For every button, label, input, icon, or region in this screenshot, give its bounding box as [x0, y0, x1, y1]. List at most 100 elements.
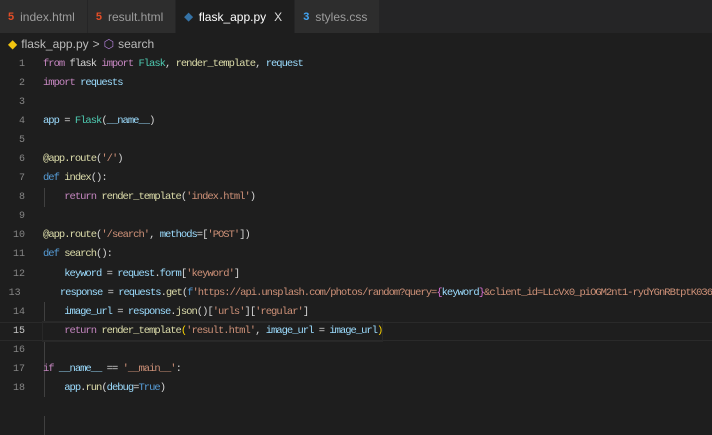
tab-label: styles.css: [315, 9, 368, 24]
code-token: 'https://api.unsplash.com/photos/random?…: [192, 286, 437, 299]
code-text: @app.route('/'): [43, 150, 124, 169]
code-token: ][: [244, 305, 257, 318]
code-text: app.run(debug=True): [43, 379, 166, 398]
breadcrumb-separator: >: [92, 37, 100, 51]
code-token: &client_id=LLcVx0_piOGM2nt1-rydYGnRBtptK…: [484, 286, 712, 299]
tab-label: result.html: [107, 9, 164, 24]
breadcrumb-symbol[interactable]: search: [118, 37, 154, 51]
code-token: form: [159, 267, 182, 280]
tab-flask-app-py[interactable]: ◆ flask_app.py X: [176, 0, 296, 33]
tab-result-html[interactable]: 5 result.html: [87, 0, 177, 33]
code-token: 'index.html': [186, 191, 251, 204]
code-token: __name__: [58, 362, 102, 375]
line-number: 12: [12, 268, 25, 280]
code-token: get: [165, 286, 183, 299]
code-token: image_url: [265, 324, 315, 337]
line-number: 5: [18, 135, 25, 147]
code-token: debug: [106, 381, 134, 394]
indent-guide: [44, 416, 45, 435]
line-number: 18: [12, 382, 25, 394]
code-line: 6 @app.route('/'): [0, 150, 712, 169]
tab-styles-css[interactable]: 3 styles.css: [295, 0, 381, 33]
code-text: app = Flask(__name__): [43, 112, 155, 131]
code-line: 7 def index():: [0, 169, 712, 188]
code-token: '__main__': [122, 362, 177, 375]
code-line: 1 from flask import Flask, render_templat…: [0, 55, 712, 74]
code-text: return render_template('result.html', im…: [41, 320, 383, 342]
tab-label: index.html: [20, 9, 75, 24]
code-line: 14 image_url = response.json()['urls']['…: [0, 303, 712, 322]
code-line: 10 @app.route('/search', methods=['POST']…: [0, 226, 712, 245]
code-line: 16: [0, 341, 712, 360]
code-token: request: [117, 267, 155, 280]
line-number: 8: [18, 192, 25, 204]
code-token: :: [175, 362, 182, 375]
code-token: ): [149, 115, 155, 128]
code-token: ): [117, 153, 123, 166]
code-token: ():: [96, 248, 113, 261]
code-token: ]: [302, 305, 309, 318]
code-line: 13 response = requests.get(f'https://api…: [0, 284, 712, 303]
code-token: 'urls': [212, 305, 246, 318]
code-token: run: [85, 381, 102, 394]
code-token: ): [377, 324, 383, 337]
code-token: ()[: [196, 305, 214, 318]
line-number: 2: [18, 78, 25, 90]
code-text: def search():: [43, 245, 113, 264]
line-number: 4: [18, 116, 25, 128]
code-line: 17 if __name__ == '__main__':: [0, 360, 712, 379]
code-token: methods: [159, 229, 198, 242]
tab-bar: 5 index.html 5 result.html ◆ flask_app.py X 3 st…: [0, 0, 712, 33]
code-token: ==: [101, 362, 123, 375]
code-editor[interactable]: 1 from flask import Flask, render_templat…: [0, 55, 712, 435]
code-token: flask: [64, 58, 102, 70]
code-token: import: [43, 77, 76, 90]
code-token: image_url: [329, 324, 378, 337]
breadcrumb-file[interactable]: flask_app.py: [21, 37, 88, 51]
code-line: 4 app = Flask(__name__): [0, 112, 712, 131]
line-number: 10: [12, 230, 25, 242]
code-token: app: [64, 381, 81, 394]
code-text: import requests: [43, 74, 124, 93]
code-token: '/search': [101, 229, 150, 242]
code-token: 'POST': [207, 229, 240, 242]
line-number: 14: [12, 306, 25, 318]
line-number: 11: [12, 249, 25, 261]
breadcrumb: ◆ flask_app.py > ⬡ search: [0, 33, 712, 55]
code-token: render_template: [101, 191, 182, 204]
line-number: 3: [18, 97, 25, 109]
code-text: return render_template('index.html'): [43, 188, 256, 207]
close-icon[interactable]: X: [274, 10, 282, 24]
code-token: =: [101, 267, 118, 280]
html5-icon: 5: [8, 10, 15, 23]
code-token: ): [159, 381, 166, 394]
code-token: =: [313, 324, 330, 337]
code-line: 9: [0, 207, 712, 226]
code-token: json: [175, 305, 198, 318]
line-number: 1: [18, 59, 25, 70]
line-number: 9: [18, 211, 25, 223]
code-token: ]: [233, 267, 240, 280]
code-token: app: [48, 153, 65, 166]
python-icon: ◆: [184, 11, 193, 23]
line-number: 17: [12, 363, 25, 375]
code-token: =: [58, 115, 75, 128]
code-text: def index():: [43, 169, 108, 188]
code-token: requests: [118, 286, 161, 299]
code-token: import: [101, 58, 134, 70]
code-line: 5: [0, 131, 712, 150]
code-token: ,: [164, 58, 176, 70]
code-token: from: [43, 58, 65, 70]
python-icon: ◆: [8, 37, 18, 51]
code-token: response: [127, 305, 171, 318]
line-number: 16: [12, 344, 25, 356]
tab-index-html[interactable]: 5 index.html: [0, 0, 88, 33]
code-token: image_url: [64, 305, 113, 318]
tab-label: flask_app.py: [198, 9, 267, 24]
code-token: 'regular': [255, 305, 304, 318]
code-line: 12 keyword = request.form['keyword']: [0, 265, 712, 284]
